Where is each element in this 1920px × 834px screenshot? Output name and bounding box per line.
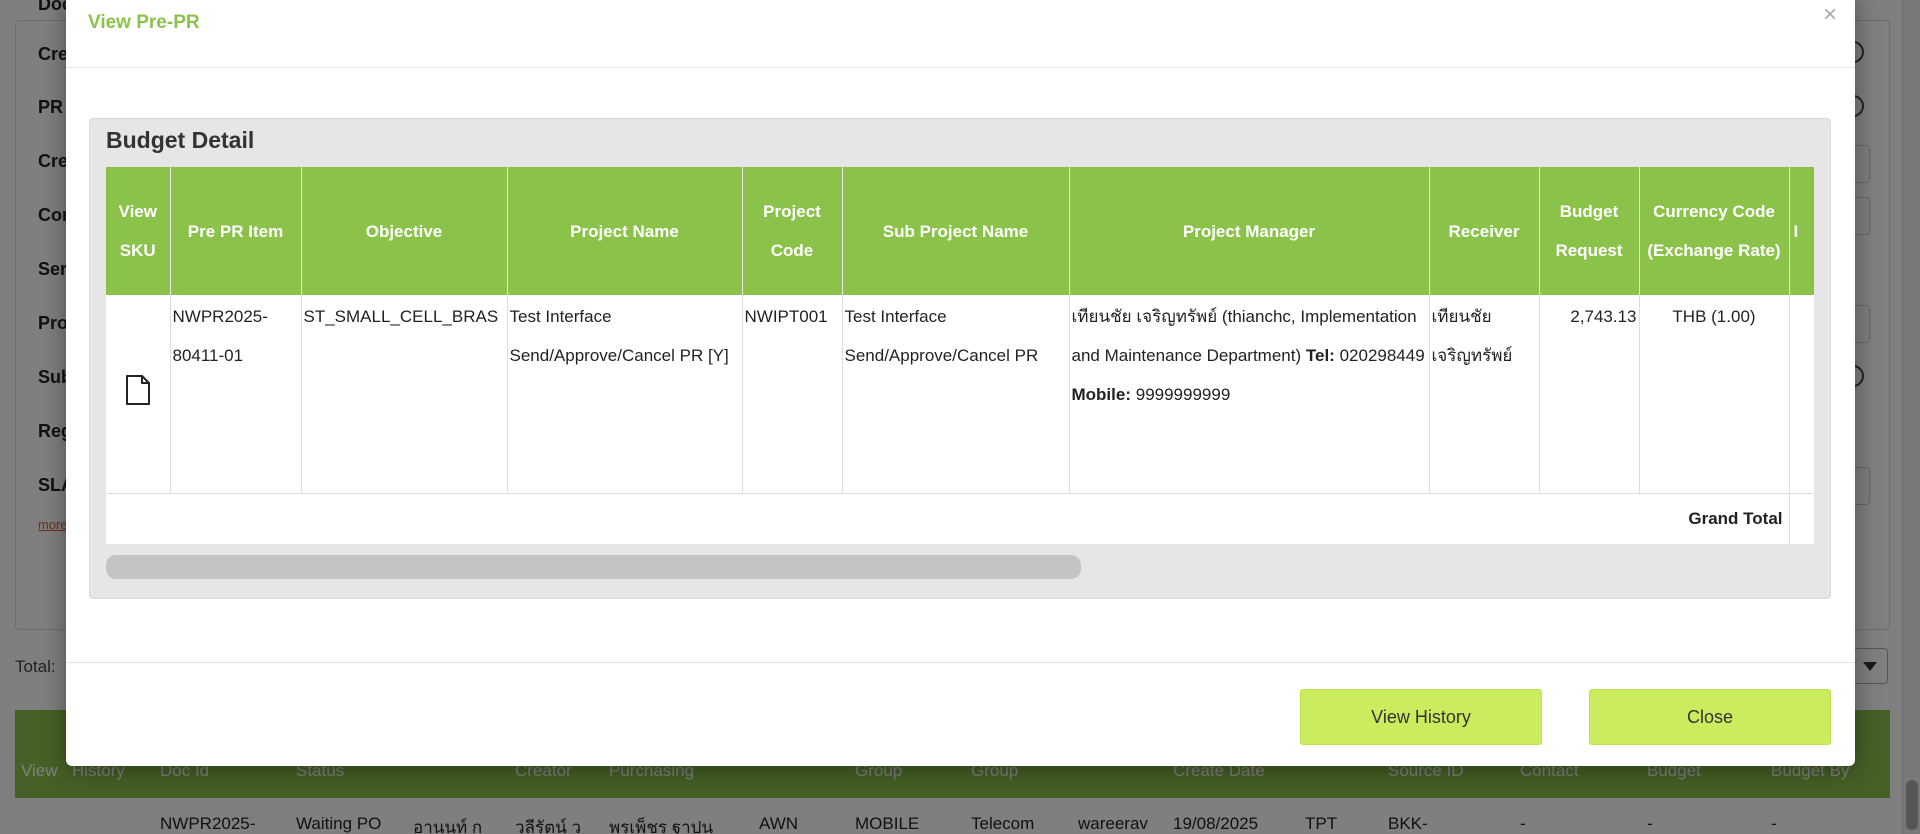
truncated-cell	[1789, 295, 1814, 494]
budget-detail-table: View SKU Pre PR Item Objective Project N…	[106, 167, 1814, 544]
view-history-button[interactable]: View History	[1300, 689, 1542, 745]
header-project-code: Project Code	[742, 167, 843, 295]
close-button[interactable]: Close	[1589, 689, 1831, 745]
mobile-value: 9999999999	[1135, 385, 1231, 404]
header-project-manager: Project Manager	[1069, 167, 1430, 295]
table-header-row: View SKU Pre PR Item Objective Project N…	[106, 167, 1814, 295]
header-truncated: I	[1789, 167, 1814, 295]
header-pre-pr-item: Pre PR Item	[170, 167, 302, 295]
header-currency-code: Currency Code (Exchange Rate)	[1639, 167, 1790, 295]
view-pre-pr-modal: View Pre-PR × Budget Detail View SKU Pre…	[66, 0, 1855, 766]
budget-table-viewport: View SKU Pre PR Item Objective Project N…	[106, 167, 1814, 544]
project-manager-cell: เทียนชัย เจริญทรัพย์ (thianchc, Implemen…	[1069, 295, 1430, 494]
close-icon[interactable]: ×	[1823, 3, 1837, 27]
modal-footer: View History Close	[66, 662, 1855, 766]
header-project-name: Project Name	[507, 167, 743, 295]
header-objective: Objective	[301, 167, 508, 295]
sub-project-name-cell: Test Interface Send/Approve/Cancel PR	[842, 295, 1070, 494]
header-budget-request: Budget Request	[1539, 167, 1640, 295]
mobile-label: Mobile:	[1071, 385, 1132, 404]
receiver-cell: เทียนชัย เจริญทรัพย์	[1429, 295, 1540, 494]
header-receiver: Receiver	[1429, 167, 1540, 295]
modal-header: View Pre-PR ×	[66, 0, 1855, 68]
horizontal-scrollbar[interactable]	[106, 555, 1081, 579]
budget-request-cell: 2,743.13	[1539, 295, 1640, 494]
document-icon[interactable]	[125, 375, 151, 405]
pre-pr-item-cell: NWPR2025-80411-01	[170, 295, 302, 494]
modal-title: View Pre-PR	[88, 12, 200, 33]
currency-cell: THB (1.00)	[1639, 295, 1790, 494]
project-name-cell: Test Interface Send/Approve/Cancel PR [Y…	[507, 295, 743, 494]
header-view-sku: View SKU	[106, 167, 171, 295]
view-sku-cell[interactable]	[106, 295, 171, 494]
tel-value: 020298449	[1339, 346, 1425, 365]
tel-label: Tel:	[1305, 346, 1335, 365]
grand-total-value	[1789, 493, 1814, 544]
objective-cell: ST_SMALL_CELL_BRAS	[301, 295, 508, 494]
grand-total-label: Grand Total	[106, 493, 1790, 544]
grand-total-row: Grand Total	[106, 493, 1814, 544]
table-row: NWPR2025-80411-01 ST_SMALL_CELL_BRAS Tes…	[106, 295, 1814, 494]
header-sub-project-name: Sub Project Name	[842, 167, 1070, 295]
budget-detail-section: Budget Detail View SKU Pre PR Item Objec…	[89, 118, 1831, 599]
project-code-cell: NWIPT001	[742, 295, 843, 494]
section-title: Budget Detail	[106, 127, 255, 153]
